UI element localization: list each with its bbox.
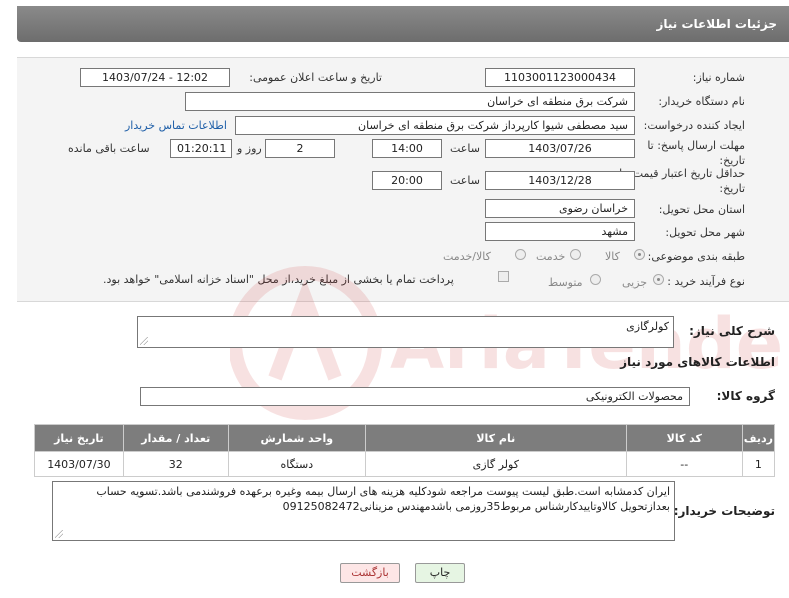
cell-qty: 32 <box>122 451 229 477</box>
deadline-date-field: 1403/07/26 <box>485 139 635 158</box>
deadline-time-label: ساعت <box>450 142 480 155</box>
remaining-label: ساعت باقی مانده <box>68 142 150 155</box>
col-date-header: تاریخ نیاز <box>34 424 124 452</box>
validity-date-field: 1403/12/28 <box>485 171 635 190</box>
deadline-time-field: 14:00 <box>372 139 442 158</box>
goods-group-field: محصولات الکترونیکی <box>140 387 690 406</box>
announce-date-label: تاریخ و ساعت اعلان عمومی: <box>249 71 382 84</box>
buyer-contact-link[interactable]: اطلاعات تماس خریدار <box>125 119 227 132</box>
province-field: خراسان رضوی <box>485 199 635 218</box>
back-button[interactable]: بازگشت <box>340 563 400 583</box>
remaining-time-field: 01:20:11 <box>170 139 232 158</box>
description-text: کولرگازی <box>626 320 669 333</box>
announce-date-field: 1403/07/24 - 12:02 <box>80 68 230 87</box>
validity-time-label: ساعت <box>450 174 480 187</box>
deadline-label: مهلت ارسال پاسخ: تا تاریخ: <box>647 139 745 167</box>
days-field: 2 <box>265 139 335 158</box>
resize-handle-icon[interactable] <box>140 337 148 345</box>
buyer-notes-label: توضیحات خریدار: <box>673 504 775 518</box>
print-button[interactable]: چاپ <box>415 563 465 583</box>
buyer-notes-text: ایران کدمشابه است.طبق لیست پیوست مراجعه … <box>96 485 670 513</box>
col-row-header: ردیف <box>741 424 776 452</box>
city-label: شهر محل تحویل: <box>665 226 745 239</box>
cell-row: 1 <box>741 451 776 477</box>
cell-date: 1403/07/30 <box>34 451 124 477</box>
col-code-header: کد کالا <box>625 424 743 452</box>
table-header-row: ردیف کد کالا نام کالا واحد شمارش تعداد /… <box>34 424 776 452</box>
goods-section-title: اطلاعات کالاهای مورد نیاز <box>620 355 775 369</box>
description-label: شرح کلی نیاز: <box>689 324 775 338</box>
goods-group-label: گروه کالا: <box>716 389 775 403</box>
col-name-header: نام کالا <box>364 424 627 452</box>
need-number-label: شماره نیاز: <box>692 71 745 84</box>
description-field: کولرگازی <box>137 316 674 348</box>
validity-time-field: 20:00 <box>372 171 442 190</box>
requester-label: ایجاد کننده درخواست: <box>643 119 745 132</box>
cell-code: -- <box>625 451 743 477</box>
cell-name: کولر گازی <box>364 451 627 477</box>
page-title: جزئیات اطلاعات نیاز <box>656 17 777 31</box>
buyer-field: شرکت برق منطقه ای خراسان <box>185 92 635 111</box>
cell-unit: دستگاه <box>227 451 366 477</box>
col-qty-header: تعداد / مقدار <box>122 424 229 452</box>
buyer-label: نام دستگاه خریدار: <box>658 95 745 108</box>
buyer-notes-field: ایران کدمشابه است.طبق لیست پیوست مراجعه … <box>52 481 675 541</box>
col-unit-header: واحد شمارش <box>227 424 366 452</box>
table-row[interactable]: 1 -- کولر گازی دستگاه 32 1403/07/30 <box>34 451 776 477</box>
resize-handle-icon[interactable] <box>55 530 63 538</box>
city-field: مشهد <box>485 222 635 241</box>
page-header: جزئیات اطلاعات نیاز <box>17 6 789 42</box>
requester-field: سید مصطفی شیوا کارپرداز شرکت برق منطقه ا… <box>235 116 635 135</box>
goods-table: ردیف کد کالا نام کالا واحد شمارش تعداد /… <box>34 424 776 477</box>
days-label: روز و <box>237 142 262 155</box>
need-number-field: 1103001123000434 <box>485 68 635 87</box>
province-label: استان محل تحویل: <box>658 203 745 216</box>
